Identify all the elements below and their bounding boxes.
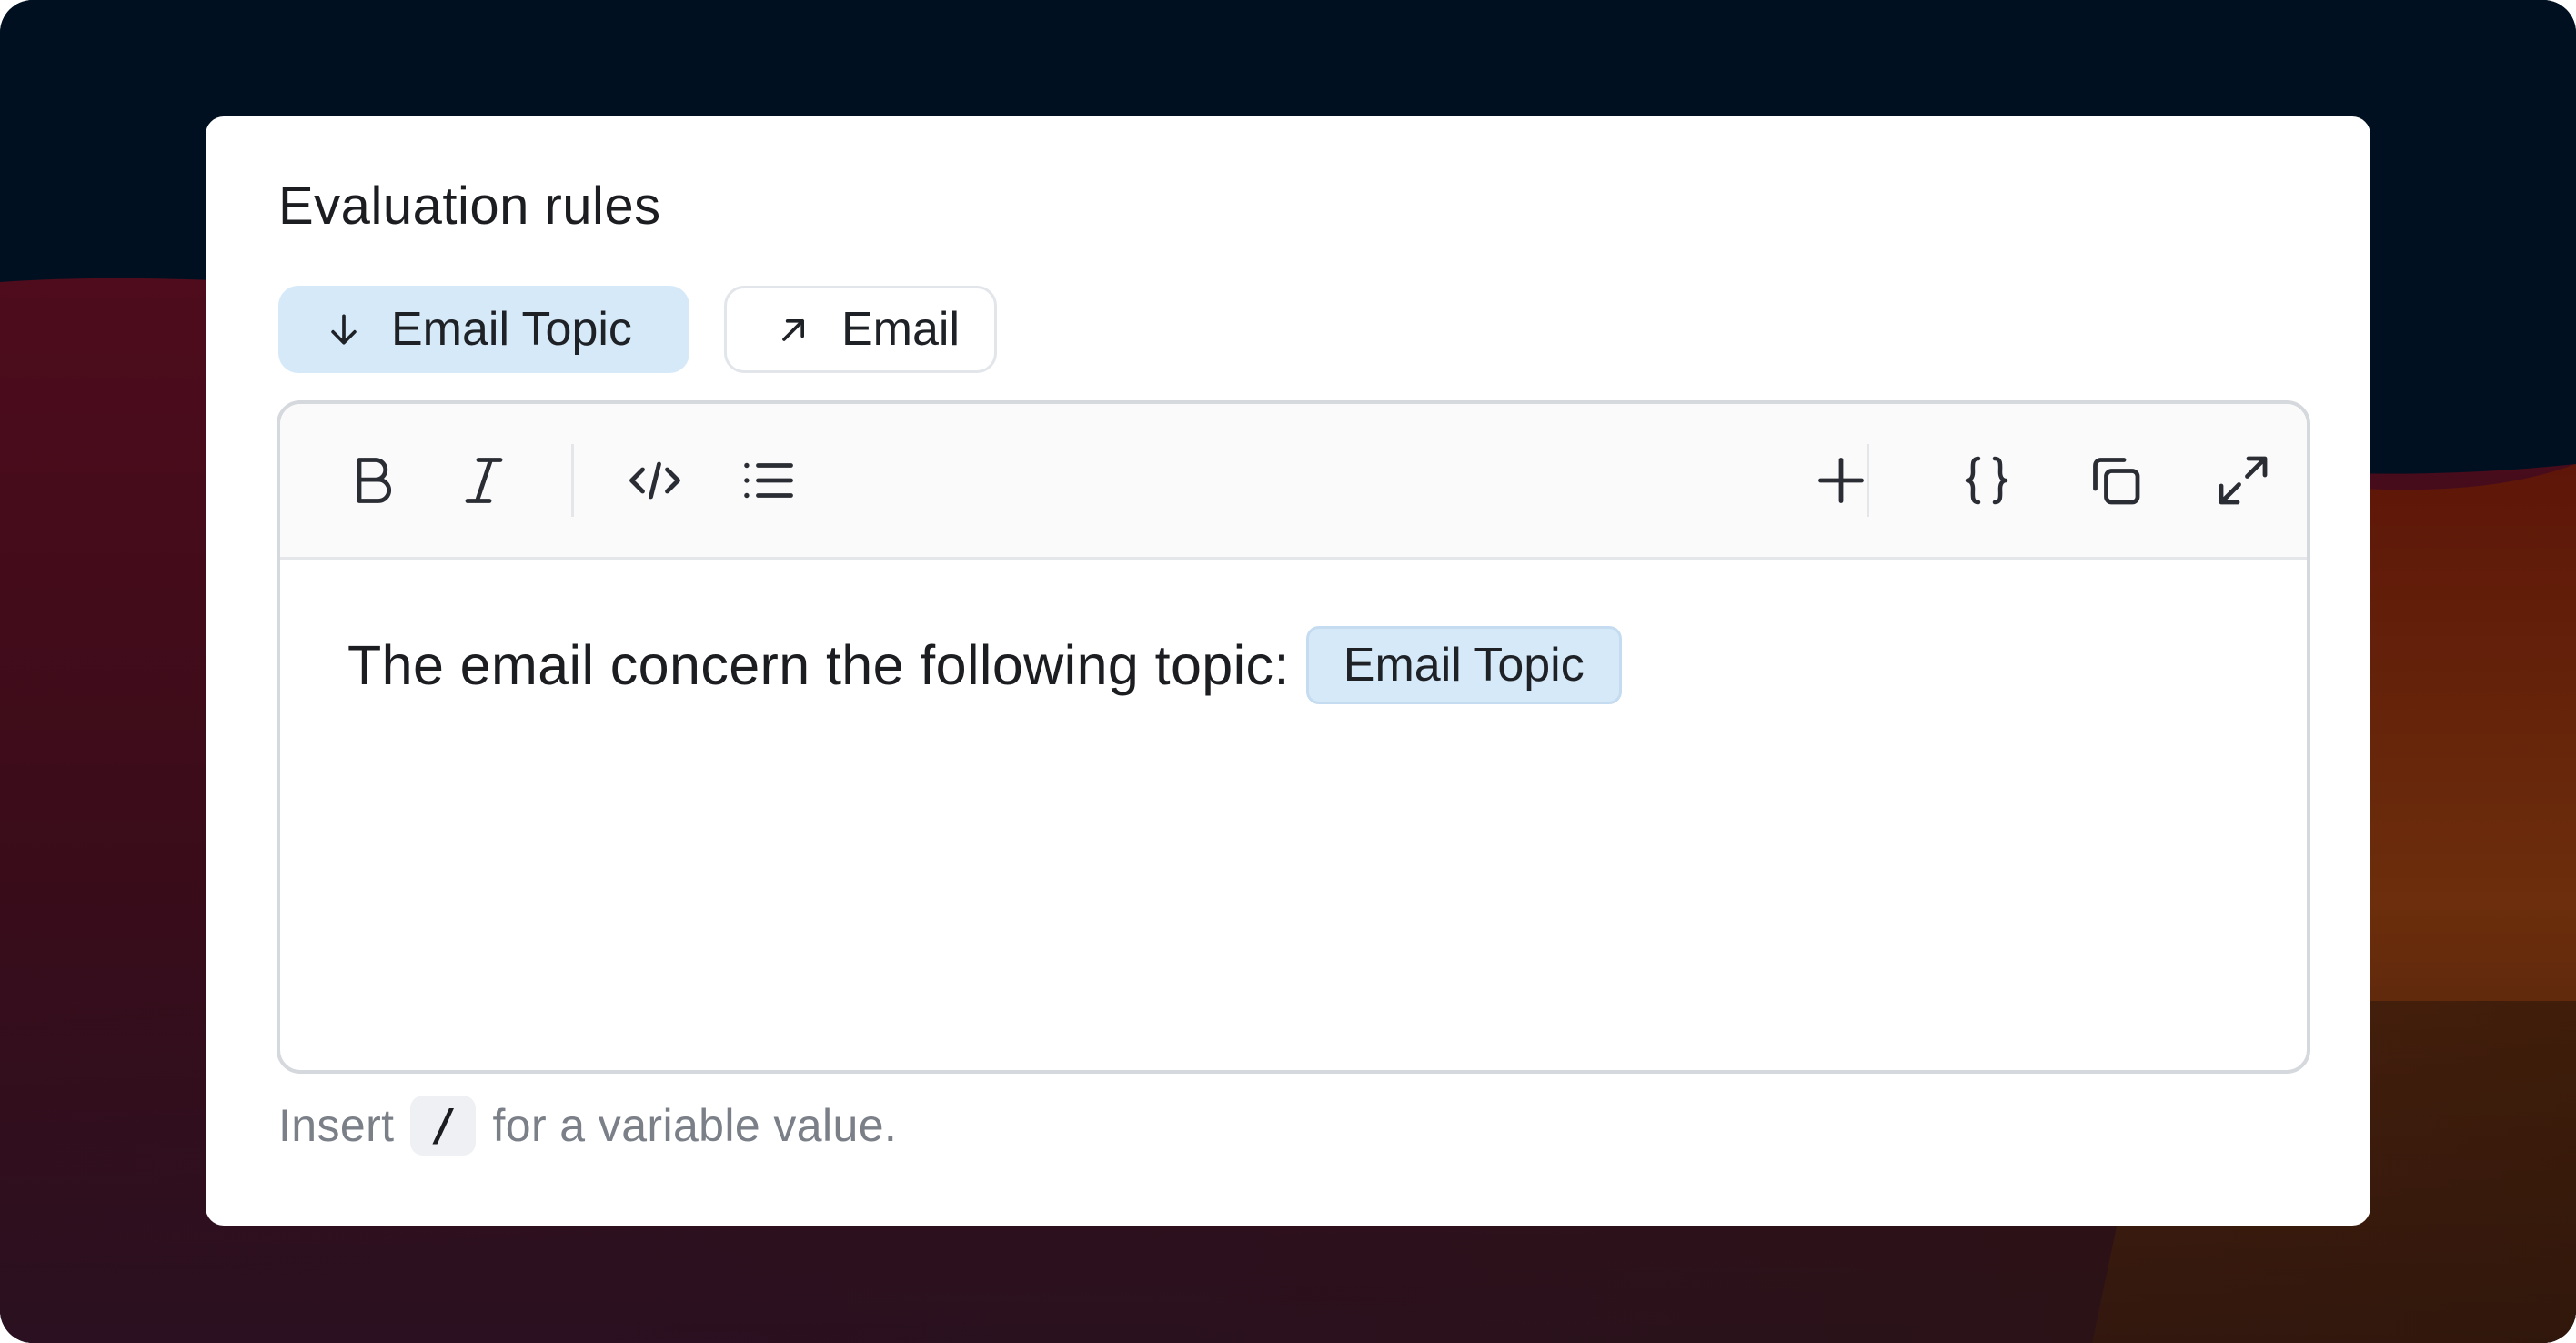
editor-toolbar: [280, 404, 2307, 560]
braces-icon: [1965, 456, 2008, 505]
editor-text: The email concern the following topic:: [347, 634, 1290, 696]
helper-text-after: for a variable value.: [492, 1100, 898, 1151]
toolbar-divider: [1867, 444, 1869, 517]
copy-icon: [2093, 458, 2140, 505]
expand-button[interactable]: [2205, 442, 2281, 519]
arrow-down-icon: [331, 314, 357, 345]
output-variable-chip[interactable]: Email: [724, 286, 997, 373]
toolbar-divider: [571, 444, 574, 517]
helper-text-before: Insert: [278, 1100, 395, 1151]
bold-icon: [357, 458, 392, 503]
rich-text-editor[interactable]: The email concern the following topic: E…: [277, 400, 2310, 1074]
editor-content[interactable]: The email concern the following topic: E…: [280, 557, 2307, 1070]
expand-icon: [2219, 456, 2268, 505]
bold-button[interactable]: [335, 442, 411, 519]
plus-icon: [1818, 458, 1864, 503]
output-chip-label: Email: [841, 303, 961, 356]
list-icon: [744, 462, 793, 499]
variable-chip[interactable]: Email Topic: [1305, 626, 1622, 704]
input-chip-label: Email Topic: [391, 303, 632, 356]
evaluation-rules-card: Evaluation rules Email Topic Email The e…: [206, 116, 2370, 1226]
helper-text: Insert / for a variable value.: [278, 1096, 897, 1156]
copy-button[interactable]: [2078, 442, 2154, 519]
arrow-up-right-icon: [782, 319, 804, 341]
list-button[interactable]: [730, 442, 806, 519]
italic-button[interactable]: [446, 442, 522, 519]
input-variable-chip[interactable]: Email Topic: [278, 286, 689, 373]
code-button[interactable]: [617, 442, 693, 519]
italic-icon: [465, 458, 503, 503]
section-title: Evaluation rules: [278, 177, 661, 236]
editor-line: The email concern the following topic: E…: [347, 626, 1622, 704]
variables-button[interactable]: [1948, 442, 2025, 519]
code-icon: [629, 461, 680, 500]
slash-key: /: [410, 1096, 477, 1156]
